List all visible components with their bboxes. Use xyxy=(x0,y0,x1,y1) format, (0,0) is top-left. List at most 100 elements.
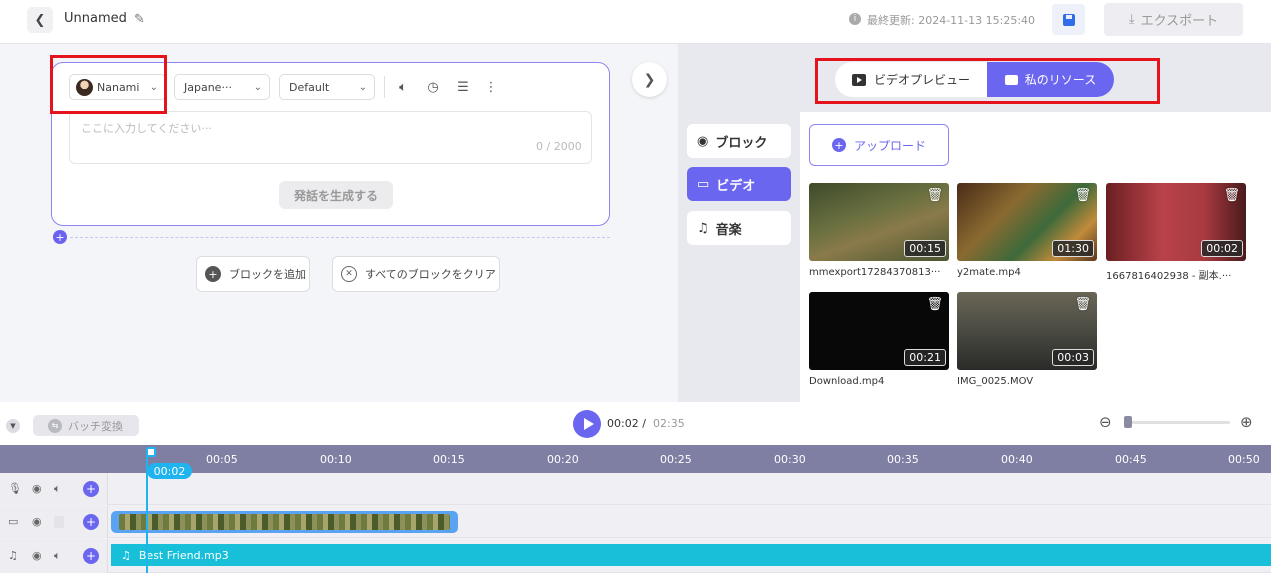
ruler-tick: 00:20 xyxy=(547,453,579,466)
eye-icon[interactable]: ◉ xyxy=(32,549,42,562)
zoom-slider-handle[interactable] xyxy=(1124,416,1132,428)
media-filename: mmexport17284370813··· xyxy=(809,267,941,278)
add-block-label: ブロックを追加 xyxy=(229,268,306,281)
sidebar-item-block[interactable]: ◉ ブロック xyxy=(687,124,791,158)
ruler-tick: 00:50 xyxy=(1228,453,1260,466)
info-icon: i xyxy=(849,13,861,25)
script-textarea[interactable] xyxy=(69,111,592,164)
ruler-tick: 00:15 xyxy=(433,453,465,466)
trash-icon[interactable]: 🗑︎ xyxy=(1074,297,1091,312)
insert-divider xyxy=(70,237,610,238)
add-video-button[interactable]: + xyxy=(83,514,99,530)
media-thumbnail[interactable]: 🗑︎ 00:15 xyxy=(809,183,949,261)
current-time: 00:02 / xyxy=(607,417,646,430)
sidebar-item-video[interactable]: ▭ ビデオ xyxy=(687,167,791,201)
ruler-tick: 00:40 xyxy=(1001,453,1033,466)
volume-icon[interactable]: 🔈︎ xyxy=(394,78,412,96)
mute-placeholder-icon xyxy=(54,516,64,528)
sidebar-music-label: 音楽 xyxy=(715,222,742,238)
eye-icon[interactable]: ◉ xyxy=(32,515,42,528)
upload-label: アップロード xyxy=(853,138,926,153)
speed-timer-icon[interactable]: ◷ xyxy=(424,78,442,96)
add-block-button[interactable]: + ブロックを追加 xyxy=(196,256,310,292)
duration-badge: 00:03 xyxy=(1052,349,1094,366)
music-note-icon: ♫ xyxy=(121,548,131,562)
speaker-icon[interactable]: 🔈︎ xyxy=(54,482,61,496)
collapse-timeline-button[interactable]: ▼ xyxy=(6,419,20,433)
video-track-header: ▭ ◉ + xyxy=(0,506,108,538)
ruler-tick: 00:05 xyxy=(206,453,238,466)
video-camera-icon: ▭ xyxy=(697,176,710,192)
music-note-icon: ♫ xyxy=(697,220,709,236)
project-title[interactable]: Unnamed xyxy=(64,11,127,26)
save-button[interactable] xyxy=(1052,4,1085,35)
ruler-tick: 00:30 xyxy=(774,453,806,466)
audio-clip-name: Best Friend.mp3 xyxy=(138,548,229,562)
trash-icon[interactable]: 🗑︎ xyxy=(926,188,943,203)
chevron-right-icon: ❯ xyxy=(643,71,656,88)
highlight-box-tabs xyxy=(815,58,1160,104)
batch-convert-button[interactable]: ⇆ バッチ変換 xyxy=(33,415,139,436)
duration-badge: 00:15 xyxy=(904,240,946,257)
trash-icon[interactable]: 🗑︎ xyxy=(1223,188,1240,203)
media-thumbnail[interactable]: 🗑︎ 00:02 xyxy=(1106,183,1246,261)
voice-track-header: 🎙︎ ◉ 🔈︎ + xyxy=(0,473,108,505)
music-note-icon: ♫ xyxy=(8,549,18,562)
batch-label: バッチ変換 xyxy=(68,419,123,433)
floppy-disk-icon xyxy=(1062,13,1075,26)
last-updated-text: 最終更新: 2024-11-13 15:25:40 xyxy=(867,14,1036,27)
toolbar-divider xyxy=(384,76,385,98)
plus-icon: + xyxy=(831,138,846,152)
style-select[interactable]: Default ⌄ xyxy=(279,74,375,100)
language-label: Japane··· xyxy=(184,80,232,94)
sidebar-item-music[interactable]: ♫ 音楽 xyxy=(687,211,791,245)
playhead-handle[interactable] xyxy=(146,447,156,457)
language-select[interactable]: Japane··· ⌄ xyxy=(174,74,270,100)
zoom-slider[interactable] xyxy=(1125,421,1230,424)
swap-icon: ⇆ xyxy=(48,418,62,433)
insert-block-button[interactable]: + xyxy=(53,230,67,244)
duration-badge: 00:02 xyxy=(1201,240,1243,257)
sliders-icon[interactable]: ☰ xyxy=(454,78,472,96)
trash-icon[interactable]: 🗑︎ xyxy=(1074,188,1091,203)
media-thumbnail[interactable]: 🗑︎ 00:03 xyxy=(957,292,1097,370)
media-filename: Download.mp4 xyxy=(809,376,885,387)
zoom-out-icon[interactable]: ⊖ xyxy=(1099,413,1112,431)
media-thumbnail[interactable]: 🗑︎ 00:21 xyxy=(809,292,949,370)
back-button[interactable]: ❮ xyxy=(27,7,53,33)
export-label: エクスポート xyxy=(1140,14,1219,29)
clear-blocks-button[interactable]: ✕ すべてのブロックをクリア xyxy=(332,256,500,292)
clear-blocks-label: すべてのブロックをクリア xyxy=(365,268,496,281)
export-button[interactable]: ⤓ エクスポート xyxy=(1104,3,1243,36)
download-icon: ⤓ xyxy=(1128,12,1135,27)
sidebar-video-label: ビデオ xyxy=(716,178,756,194)
pencil-icon[interactable]: ✎ xyxy=(134,12,145,27)
highlight-box-voice xyxy=(50,55,167,114)
ruler-tick: 00:25 xyxy=(660,453,692,466)
voice-track xyxy=(0,473,1271,505)
video-clip[interactable] xyxy=(111,511,458,533)
video-clip-filmstrip xyxy=(119,514,450,530)
zoom-in-icon[interactable]: ⊕ xyxy=(1240,413,1253,431)
upload-button[interactable]: + アップロード xyxy=(809,124,949,166)
media-filename: IMG_0025.MOV xyxy=(957,376,1034,387)
duration-badge: 00:21 xyxy=(904,349,946,366)
speaker-icon[interactable]: 🔈︎ xyxy=(54,549,61,563)
media-filename: 1667816402938 - 副本.··· xyxy=(1106,271,1232,282)
add-music-button[interactable]: + xyxy=(83,548,99,564)
ruler-tick: 00:10 xyxy=(320,453,352,466)
eye-icon[interactable]: ◉ xyxy=(32,482,42,495)
collapse-panel-button[interactable]: ❯ xyxy=(632,62,667,97)
sidebar-block-label: ブロック xyxy=(715,135,768,151)
audio-clip[interactable]: ♫ Best Friend.mp3 xyxy=(111,544,1271,566)
ruler-tick: 00:45 xyxy=(1115,453,1147,466)
media-thumbnail[interactable]: 🗑︎ 01:30 xyxy=(957,183,1097,261)
char-count: 0 / 2000 xyxy=(536,140,582,153)
ruler-tick: 00:35 xyxy=(887,453,919,466)
add-voice-button[interactable]: + xyxy=(83,481,99,497)
play-button[interactable] xyxy=(573,410,601,438)
duration-badge: 01:30 xyxy=(1052,240,1094,257)
generate-speech-button[interactable]: 発話を生成する xyxy=(279,181,393,209)
trash-icon[interactable]: 🗑︎ xyxy=(926,297,943,312)
more-options-icon[interactable]: ⋮ xyxy=(482,78,500,96)
